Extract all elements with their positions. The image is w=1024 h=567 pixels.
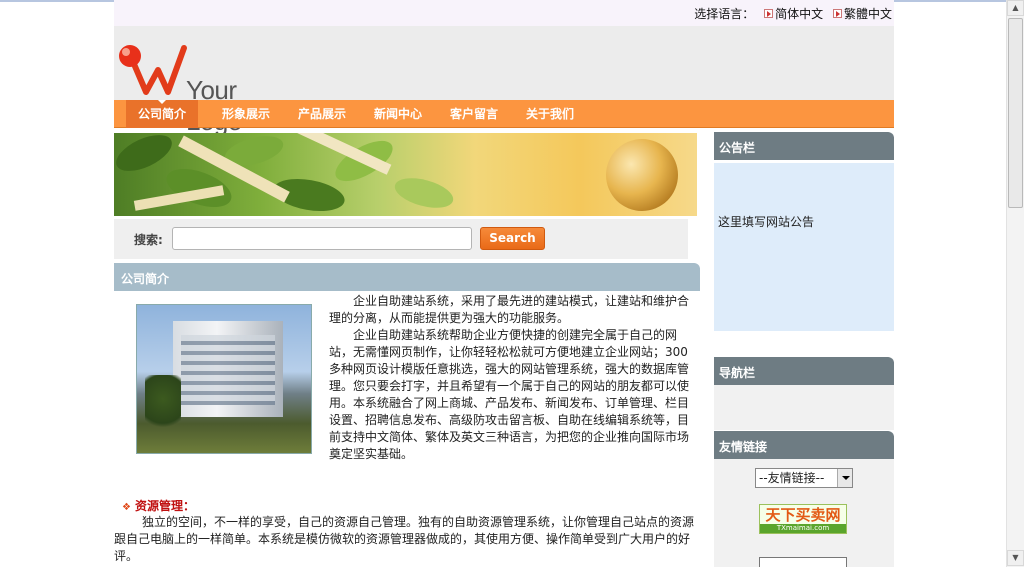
friend-links-header: 友情链接 bbox=[714, 431, 894, 459]
ad-subtext: TXmaimai.com bbox=[760, 524, 846, 533]
notice-title: 公告栏 bbox=[719, 141, 756, 155]
intro-paragraph: 企业自助建站系统，采用了最先进的建站模式，让建站和维护合理的分离，从而能提供更为… bbox=[329, 294, 690, 325]
chevron-down-icon[interactable] bbox=[837, 469, 852, 487]
main-nav: 公司简介 形象展示 产品展示 新闻中心 客户留言 关于我们 bbox=[114, 100, 894, 128]
nav-item-news[interactable]: 新闻中心 bbox=[362, 100, 434, 128]
resource-heading: 资源管理： bbox=[122, 497, 195, 514]
site-header: Your Logo bbox=[114, 26, 894, 136]
notice-text: 这里填写网站公告 bbox=[718, 215, 815, 229]
arrow-right-icon bbox=[832, 9, 842, 18]
friend-links-select-value: --友情链接-- bbox=[759, 471, 825, 485]
scroll-down-icon[interactable]: ▼ bbox=[1007, 550, 1024, 566]
vertical-scrollbar[interactable]: ▲ ▼ bbox=[1006, 0, 1024, 567]
resource-body: 独立的空间，不一样的享受，自己的资源自己管理。独有的自助资源管理系统，让你管理自… bbox=[114, 515, 695, 563]
navigation-title: 导航栏 bbox=[719, 366, 756, 380]
header-banner bbox=[114, 133, 697, 216]
notice-panel: 这里填写网站公告 bbox=[714, 163, 894, 331]
nav-item-guestbook[interactable]: 客户留言 bbox=[438, 100, 510, 128]
intro-paragraph: 企业自助建站系统帮助企业方便快捷的创建完全属于自己的网站，无需懂网页制作，让你轻… bbox=[329, 328, 690, 461]
search-input[interactable] bbox=[172, 227, 472, 250]
website: 选择语言： 简体中文 繁體中文 Your Logo 公司简介 形象展示 产品展示… bbox=[114, 0, 894, 567]
traditional-chinese-link[interactable]: 繁體中文 bbox=[844, 7, 892, 21]
language-label: 选择语言： bbox=[694, 7, 755, 21]
globe-image bbox=[606, 139, 678, 211]
friend-links-select[interactable]: --友情链接-- bbox=[755, 468, 853, 488]
scroll-up-icon[interactable]: ▲ bbox=[1007, 0, 1024, 16]
nav-item-image[interactable]: 形象展示 bbox=[210, 100, 282, 128]
friend-links-panel: --友情链接-- 天下买卖网 TXmaimai.com bbox=[714, 459, 894, 567]
ad-text: 天下买卖网 bbox=[765, 506, 841, 524]
search-bar: 搜索: Search bbox=[114, 219, 688, 259]
simplified-chinese-link[interactable]: 简体中文 bbox=[775, 7, 823, 21]
company-intro-header: 公司简介 bbox=[114, 263, 700, 291]
search-button[interactable]: Search bbox=[480, 227, 545, 250]
partner-ad-frame[interactable] bbox=[759, 557, 847, 567]
scroll-thumb[interactable] bbox=[1008, 18, 1023, 208]
language-selector: 选择语言： 简体中文 繁體中文 bbox=[694, 5, 892, 22]
navigation-header: 导航栏 bbox=[714, 357, 894, 385]
tree-shape bbox=[145, 375, 181, 435]
partner-ad-banner[interactable]: 天下买卖网 TXmaimai.com bbox=[759, 504, 847, 534]
notice-header: 公告栏 bbox=[714, 132, 894, 160]
site-logo[interactable]: Your Logo bbox=[116, 42, 296, 136]
search-label: 搜索: bbox=[134, 233, 163, 247]
friend-links-title: 友情链接 bbox=[719, 440, 768, 454]
company-building-photo bbox=[136, 304, 312, 454]
nav-item-products[interactable]: 产品展示 bbox=[286, 100, 358, 128]
nav-item-company[interactable]: 公司简介 bbox=[126, 100, 198, 128]
section-title: 公司简介 bbox=[121, 272, 170, 286]
nav-item-about[interactable]: 关于我们 bbox=[514, 100, 586, 128]
building-shape bbox=[173, 321, 283, 417]
browser-viewport: 选择语言： 简体中文 繁體中文 Your Logo 公司简介 形象展示 产品展示… bbox=[0, 0, 1006, 567]
navigation-panel bbox=[714, 385, 894, 430]
language-bar: 选择语言： 简体中文 繁體中文 bbox=[114, 0, 894, 26]
arrow-right-icon bbox=[764, 9, 774, 18]
logo-mark-icon bbox=[119, 45, 187, 95]
company-intro-text: 企业自助建站系统，采用了最先进的建站模式，让建站和维护合理的分离，从而能提供更为… bbox=[329, 293, 691, 463]
